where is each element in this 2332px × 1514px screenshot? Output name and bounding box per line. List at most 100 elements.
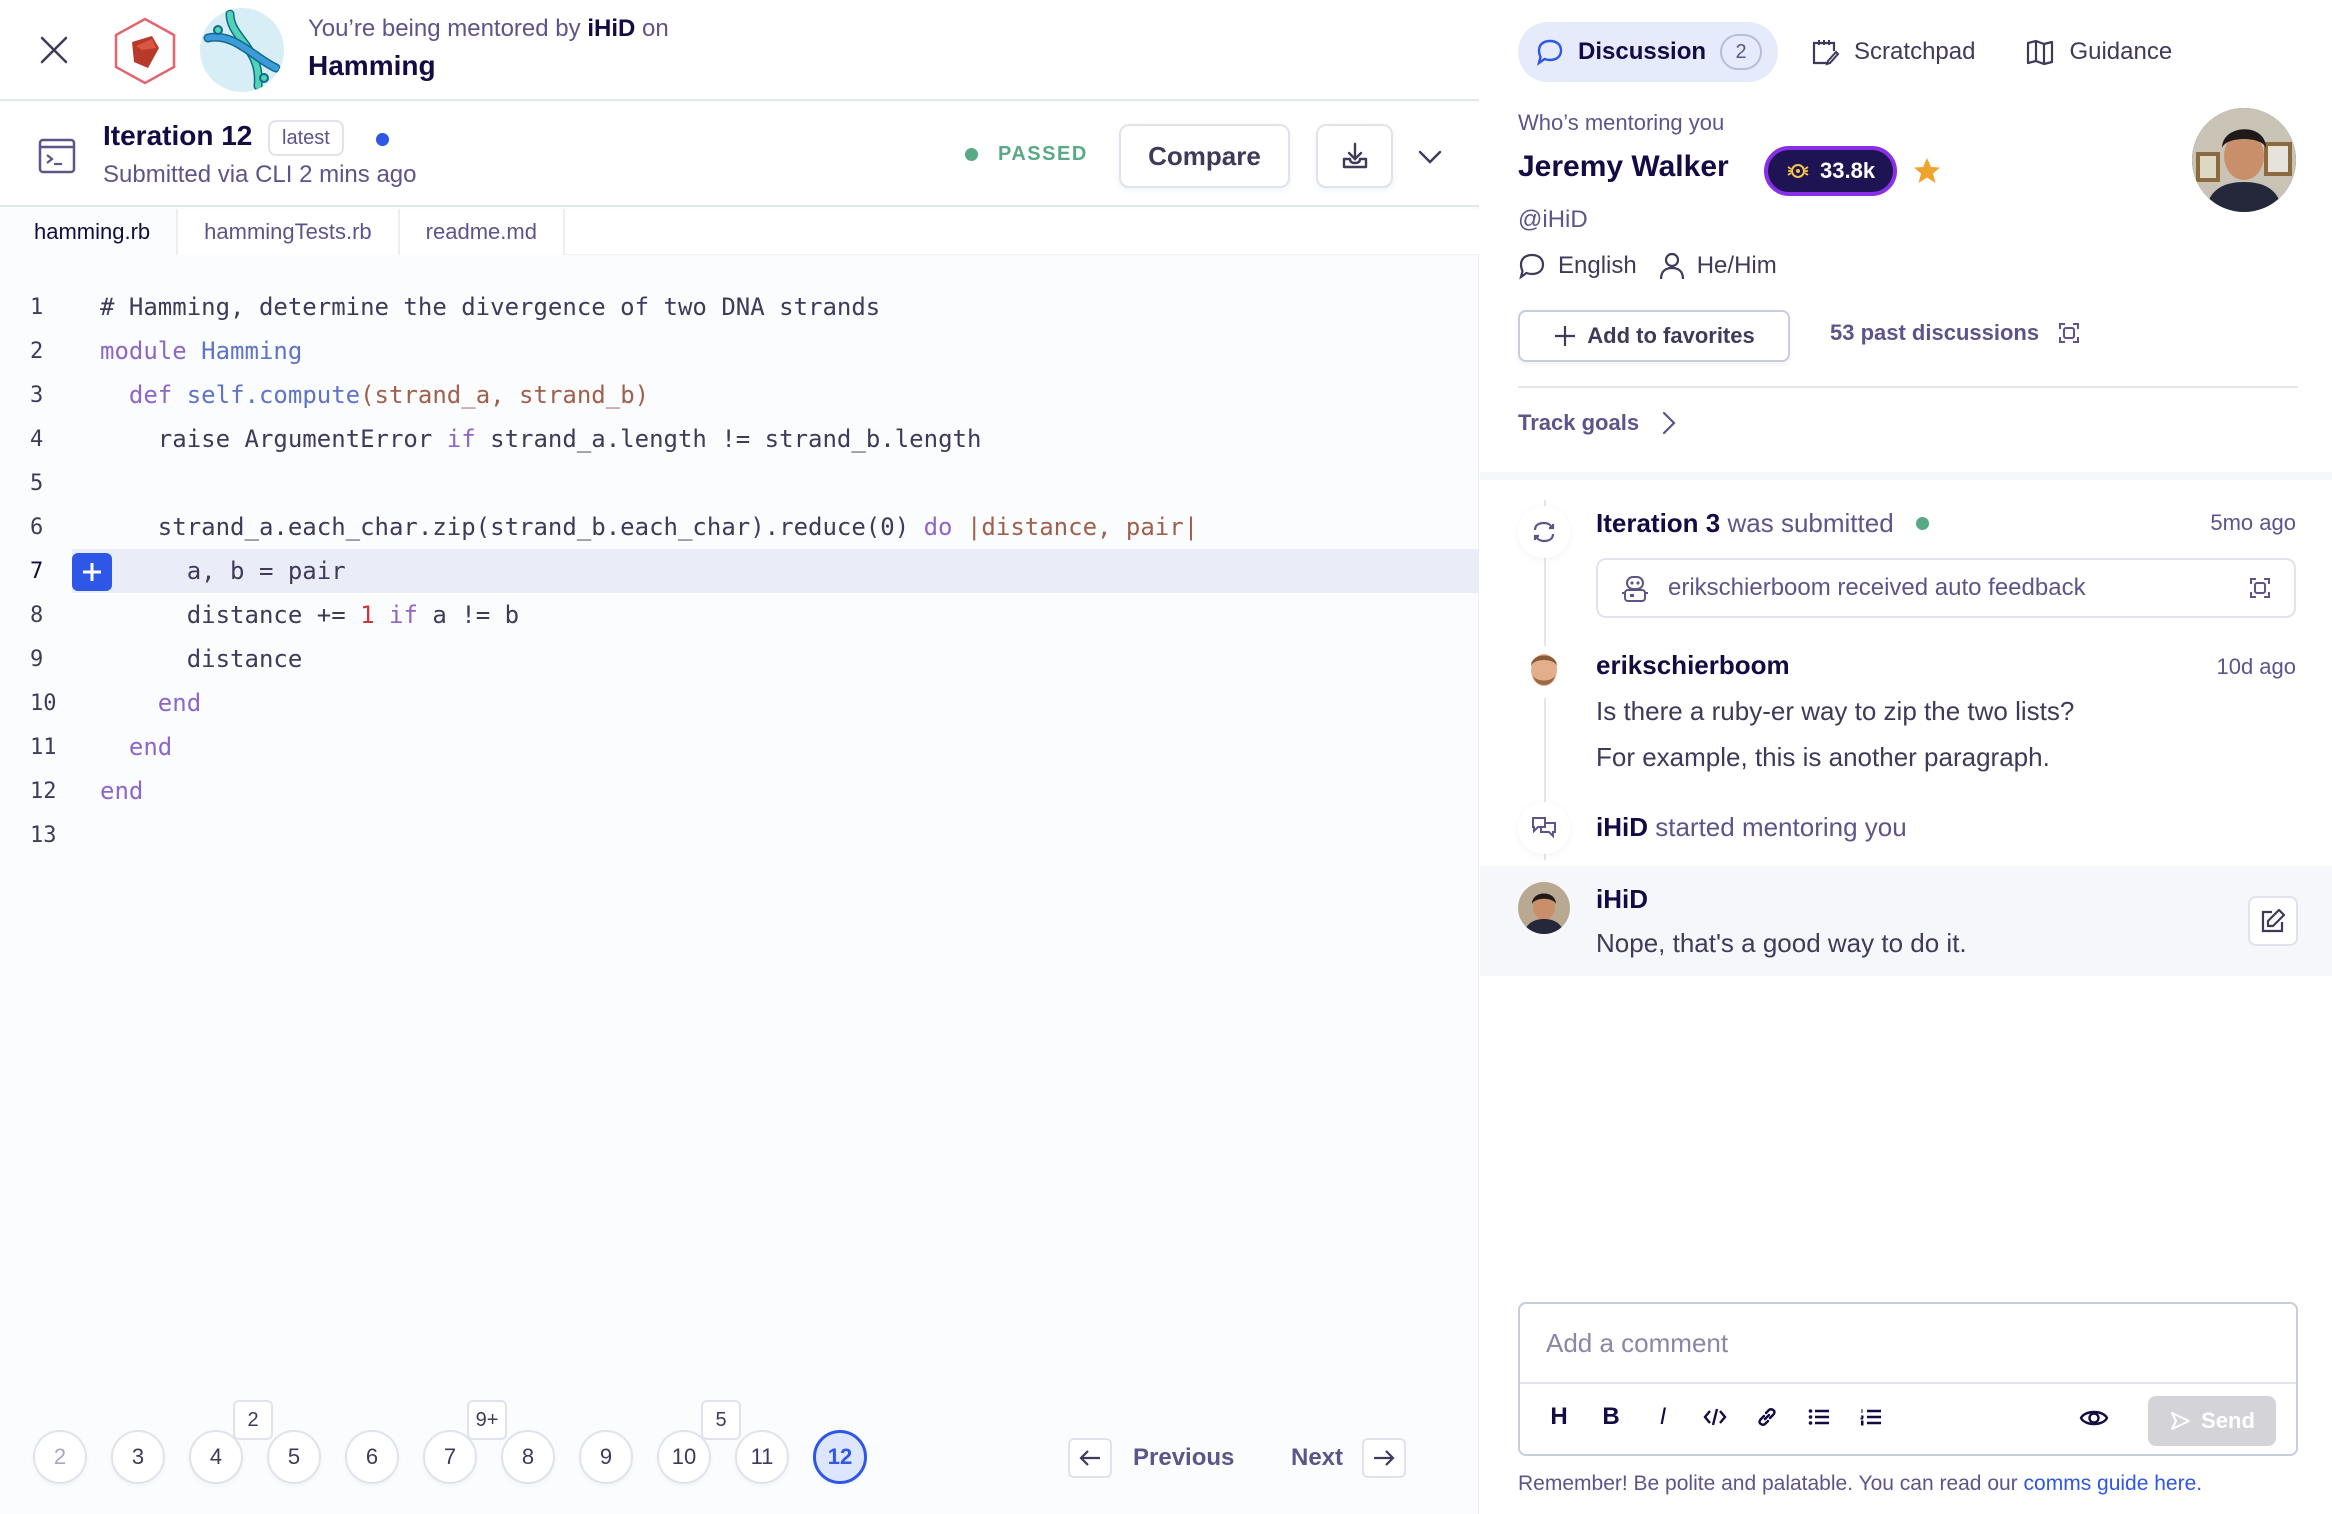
add-to-favorites-button[interactable]: Add to favorites [1518,310,1790,362]
code-icon [1703,1408,1727,1426]
comment-input[interactable] [1520,1304,2296,1384]
event-text: was submitted [1727,508,1894,538]
iteration-page-button[interactable]: 12 [813,1430,867,1484]
send-button[interactable]: Send [2148,1396,2276,1446]
passed-dot [1915,517,1929,530]
panel-tab-label: Discussion [1578,38,1707,65]
code-token: distance [100,645,303,673]
iteration-page-button[interactable]: 2 [33,1430,87,1484]
line-number: 10 [30,690,57,716]
mentor-post-text: Nope, that's a good way to do it. [1596,928,1967,958]
auto-feedback-item[interactable]: erikschierboom received auto feedback [1596,558,2296,618]
student-post-author: erikschierboom [1596,650,1790,680]
code-token: strand_a.length != strand_b.length [475,425,982,453]
file-tab[interactable]: hammingTests.rb [178,209,400,255]
code-text: end [100,689,201,717]
solution-pane: You’re being mentored by iHiD on Hamming… [0,0,1479,1514]
next-arrow-button[interactable] [1362,1438,1406,1478]
preview-button[interactable] [2076,1400,2112,1436]
reputation-value: 33.8k [1820,158,1876,183]
code-text: def self.compute(strand_a, strand_b) [100,381,649,409]
iteration-page-button[interactable]: 9 [579,1430,633,1484]
previous-button[interactable]: Previous [1133,1444,1234,1472]
auto-feedback-label: erikschierboom received auto feedback [1668,574,2086,601]
iteration-page-button[interactable]: 3 [111,1430,165,1484]
code-line: 6 strand_a.each_char.zip(strand_b.each_c… [0,505,1479,549]
code-text: module Hamming [100,337,302,365]
chevron-right-icon [1662,411,1676,435]
send-icon [2171,1412,2191,1430]
status-dot [965,148,978,161]
code-text: strand_a.each_char.zip(strand_b.each_cha… [100,513,1198,541]
file-tab[interactable]: hamming.rb [0,209,179,255]
italic-button[interactable]: I [1650,1402,1676,1432]
line-number: 4 [30,426,44,452]
panel-tab-discussion[interactable]: Discussion 2 [1518,22,1779,82]
link-button[interactable] [1754,1402,1780,1432]
file-tab-label: hammingTests.rb [204,219,372,244]
eye-icon [2079,1410,2109,1426]
heading-button[interactable]: H [1546,1402,1572,1432]
page-number: 5 [287,1444,301,1469]
download-button[interactable] [1316,124,1393,188]
page-number: 11 [750,1444,774,1469]
edit-post-button[interactable] [2248,896,2298,946]
event-time: 5mo ago [2210,510,2296,535]
panel-tab-guidance[interactable]: Guidance [2007,22,2190,82]
iteration-pagination: 2 3 4 2 5 6 7 9+ 8 9 10 5 11 12 Previous Next [0,1400,1479,1494]
line-number: 8 [30,602,44,628]
previous-arrow-button[interactable] [1068,1438,1112,1478]
italic-icon: I [1659,1403,1667,1430]
ordered-list-button[interactable] [1858,1402,1884,1432]
iteration-page-button[interactable]: 6 [345,1430,399,1484]
expand-icon [2250,578,2270,598]
iteration-page-button[interactable]: 8 [501,1430,555,1484]
pronouns-item: He/Him [1659,252,1777,280]
compare-button[interactable]: Compare [1119,124,1290,188]
page-number: 12 [827,1444,853,1469]
expand-icon [2059,323,2080,343]
line-number: 2 [30,338,44,364]
code-token: self.compute [186,381,361,409]
code-text: a, b = pair [100,557,346,585]
code-line: 10 end [0,681,1479,725]
file-tab[interactable]: readme.md [399,209,565,255]
code-token: if [446,425,476,453]
mentoring-started-icon [1518,802,1570,854]
line-number: 11 [30,734,57,760]
exercise-title: Hamming [308,50,436,81]
comms-guide-link[interactable]: comms guide here. [2024,1472,2203,1495]
panel-tab-scratchpad[interactable]: Scratchpad [1792,22,1993,82]
iteration-submitted-event: Iteration 3 was submitted [1596,508,1929,539]
bold-button[interactable]: B [1598,1402,1624,1432]
code-token: end [128,733,173,761]
arrow-left-icon [1079,1450,1100,1466]
past-discussions-link[interactable]: 53 past discussions [1830,320,2081,346]
file-tab-label: readme.md [425,219,537,244]
comment-composer: H B I Send [1518,1302,2298,1456]
page-number: 2 [53,1444,67,1469]
iteration-page-button[interactable]: 5 [267,1430,321,1484]
arrow-right-icon [1374,1450,1395,1466]
mentor-post-author: iHiD [1596,884,1648,914]
next-button[interactable]: Next [1291,1444,1343,1472]
new-indicator-dot [376,133,389,146]
chat-bubbles-icon [1532,817,1556,839]
code-line: 13 [0,813,1479,857]
iteration-page-button[interactable]: 11 [735,1430,789,1484]
code-token: module [100,337,187,365]
close-button[interactable] [36,32,72,68]
track-goals-link[interactable]: Track goals [1518,410,1677,436]
file-tab-label: hamming.rb [34,219,151,244]
code-line: 8 distance += 1 if a != b [0,593,1479,637]
code-text: distance += 1 if a != b [100,601,519,629]
code-token: def [128,381,173,409]
code-button[interactable] [1702,1402,1728,1432]
page-number: 10 [671,1444,697,1469]
bullet-list-button[interactable] [1806,1402,1832,1432]
tests-status: PASSED [965,143,1088,166]
more-options-button[interactable] [1416,143,1444,171]
